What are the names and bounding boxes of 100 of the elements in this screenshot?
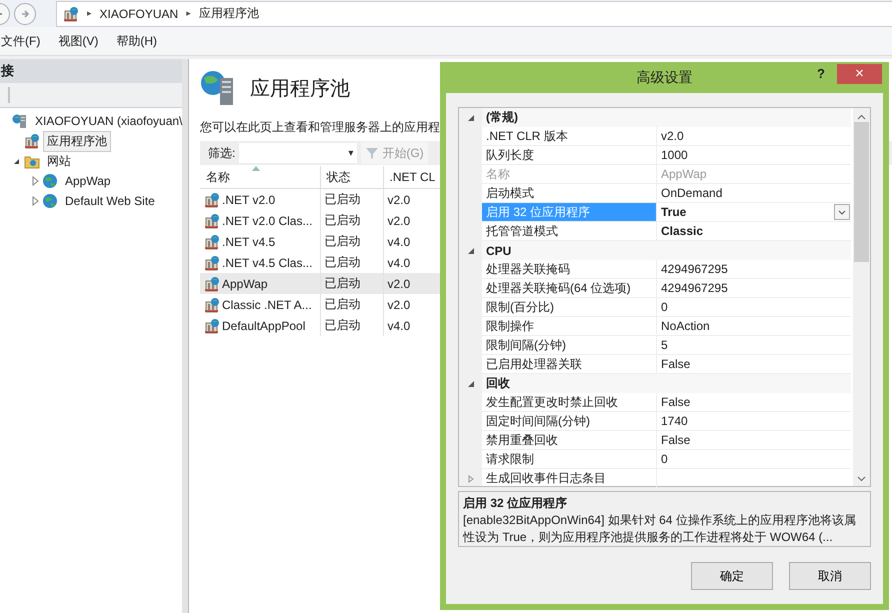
property-value[interactable]: False (661, 395, 690, 409)
property-value[interactable]: 4294967295 (661, 262, 728, 276)
tree-item[interactable]: 网站 (43, 150, 75, 172)
table-cell: v2.0 (388, 276, 410, 290)
property-value[interactable]: 5 (661, 338, 668, 352)
property-value[interactable]: v2.0 (661, 129, 684, 143)
dropdown-button[interactable] (834, 204, 850, 220)
property-name[interactable]: 限制操作 (482, 317, 657, 336)
page-description: 您可以在此页上查看和管理服务器上的应用程 (200, 119, 440, 136)
breadcrumb-separator: ▸ (186, 8, 191, 19)
dialog-title: 高级设置 (636, 68, 692, 86)
table-cell: 已启动 (324, 297, 360, 311)
table-cell: 已启动 (324, 318, 360, 332)
app-pool-icon (204, 318, 220, 334)
tree-item[interactable]: 应用程序池 (43, 130, 111, 152)
table-cell: AppWap (222, 276, 268, 290)
breadcrumb-item[interactable]: XIAOFOYUAN (100, 6, 178, 20)
table-cell: .NET v4.5 Clas... (222, 256, 312, 270)
table-cell: 已启动 (324, 255, 360, 269)
property-name[interactable]: .NET CLR 版本 (482, 127, 657, 146)
property-name[interactable]: 发生配置更改时禁止回收 (482, 393, 657, 412)
property-value: AppWap (661, 167, 707, 181)
table-cell: 已启动 (324, 276, 360, 290)
tree-item[interactable]: AppWap (61, 172, 115, 190)
property-value[interactable]: 0 (661, 452, 668, 466)
server-icon (12, 113, 28, 129)
scroll-up-icon[interactable] (857, 114, 866, 120)
property-name[interactable]: 禁用重叠回收 (482, 431, 657, 450)
property-name[interactable]: 限制(百分比) (482, 298, 657, 317)
chevron-down-icon (838, 210, 846, 214)
menu-item[interactable]: 帮助(H) (116, 32, 157, 50)
description-title: 启用 32 位应用程序 (463, 495, 568, 512)
table-cell: DefaultAppPool (222, 318, 306, 332)
property-name[interactable]: 请求限制 (482, 450, 657, 469)
globe-icon (42, 193, 58, 209)
property-name[interactable]: 限制间隔(分钟) (482, 336, 657, 355)
property-name[interactable]: 处理器关联掩码(64 位选项) (482, 279, 657, 298)
property-value[interactable]: NoAction (661, 319, 710, 333)
category-header[interactable]: CPU (482, 241, 851, 260)
column-header[interactable]: 名称 (200, 166, 320, 188)
table-row[interactable]: .NET v2.0 已启动 v2.0 (200, 188, 440, 210)
table-cell: .NET v2.0 Clas... (222, 214, 312, 228)
dialog-button[interactable]: 取消 (789, 562, 871, 590)
table-cell: 已启动 (324, 192, 360, 206)
table-cell: v4.0 (388, 256, 410, 270)
app-pool-icon (63, 6, 79, 22)
filter-field[interactable]: ▾ (239, 143, 358, 163)
app-pool-icon (204, 254, 220, 270)
property-name[interactable]: 生成回收事件日志条目 (482, 469, 657, 488)
help-button[interactable]: ? (817, 66, 825, 81)
app-pool-icon (204, 212, 220, 228)
table-cell: v4.0 (388, 234, 410, 248)
scrollbar-thumb[interactable] (854, 122, 869, 262)
address-bar[interactable]: ▸ XIAOFOYUAN ▸ 应用程序池 (56, 0, 892, 26)
expand-arrow-icon (466, 474, 474, 482)
table-row[interactable]: Classic .NET A... 已启动 v2.0 (200, 294, 440, 315)
breadcrumb-separator: ▸ (87, 8, 92, 19)
property-value[interactable]: True (661, 205, 686, 219)
table-row[interactable]: .NET v4.5 已启动 v4.0 (200, 231, 440, 252)
property-value[interactable]: 1740 (661, 414, 688, 428)
globe-icon (42, 173, 58, 189)
table-cell: v2.0 (388, 298, 410, 312)
property-name[interactable]: 队列长度 (482, 146, 657, 165)
property-value[interactable]: 1000 (661, 148, 688, 162)
table-cell: v4.0 (388, 318, 410, 332)
globe-server-icon (200, 70, 236, 106)
description-text: [enable32BitAppOnWin64] 如果针对 64 位操作系统上的应用程序池将该属性设为 True，则为应用程序池提供服务的工作进程将处于 WOW64 (... (463, 512, 857, 546)
table-cell: Classic .NET A... (222, 298, 312, 312)
tree-item[interactable]: XIAOFOYUAN (xiaofoyuan\ (31, 112, 186, 130)
column-header[interactable]: 状态 (320, 166, 383, 188)
property-value[interactable]: False (661, 357, 690, 371)
app-pool-icon (204, 276, 220, 292)
scroll-down-icon[interactable] (857, 476, 866, 482)
category-header[interactable]: 回收 (482, 374, 851, 393)
property-value[interactable]: 4294967295 (661, 281, 728, 295)
property-value[interactable]: 0 (661, 300, 668, 314)
table-row[interactable]: .NET v2.0 Clas... 已启动 v2.0 (200, 210, 440, 231)
app-pool-icon (204, 296, 220, 312)
menu-item[interactable]: 文件(F) (1, 32, 40, 50)
property-value[interactable]: OnDemand (661, 186, 722, 200)
property-name[interactable]: 固定时间间隔(分钟) (482, 412, 657, 431)
table-cell: v2.0 (388, 192, 410, 206)
page-title: 应用程序池 (250, 76, 350, 102)
close-button[interactable]: × (837, 64, 882, 84)
tree-item[interactable]: Default Web Site (61, 192, 159, 210)
menu-item[interactable]: 视图(V) (58, 32, 98, 50)
property-name[interactable]: 处理器关联掩码 (482, 260, 657, 279)
breadcrumb-item[interactable]: 应用程序池 (198, 5, 259, 22)
sort-arrow-icon (252, 166, 260, 171)
app-pool-icon (24, 133, 40, 149)
dropdown-arrow[interactable]: ▾ (348, 148, 354, 158)
table-row[interactable]: AppWap 已启动 v2.0 (200, 273, 440, 294)
table-row[interactable]: DefaultAppPool 已启动 v4.0 (200, 315, 440, 336)
dialog-button[interactable]: 确定 (691, 562, 773, 590)
app-pool-icon (204, 234, 220, 250)
table-cell: v2.0 (388, 214, 410, 228)
filter-label: 筛选: (208, 144, 236, 162)
property-value[interactable]: Classic (661, 224, 704, 238)
property-value[interactable]: False (661, 433, 690, 447)
category-header[interactable]: (常规) (482, 108, 851, 127)
